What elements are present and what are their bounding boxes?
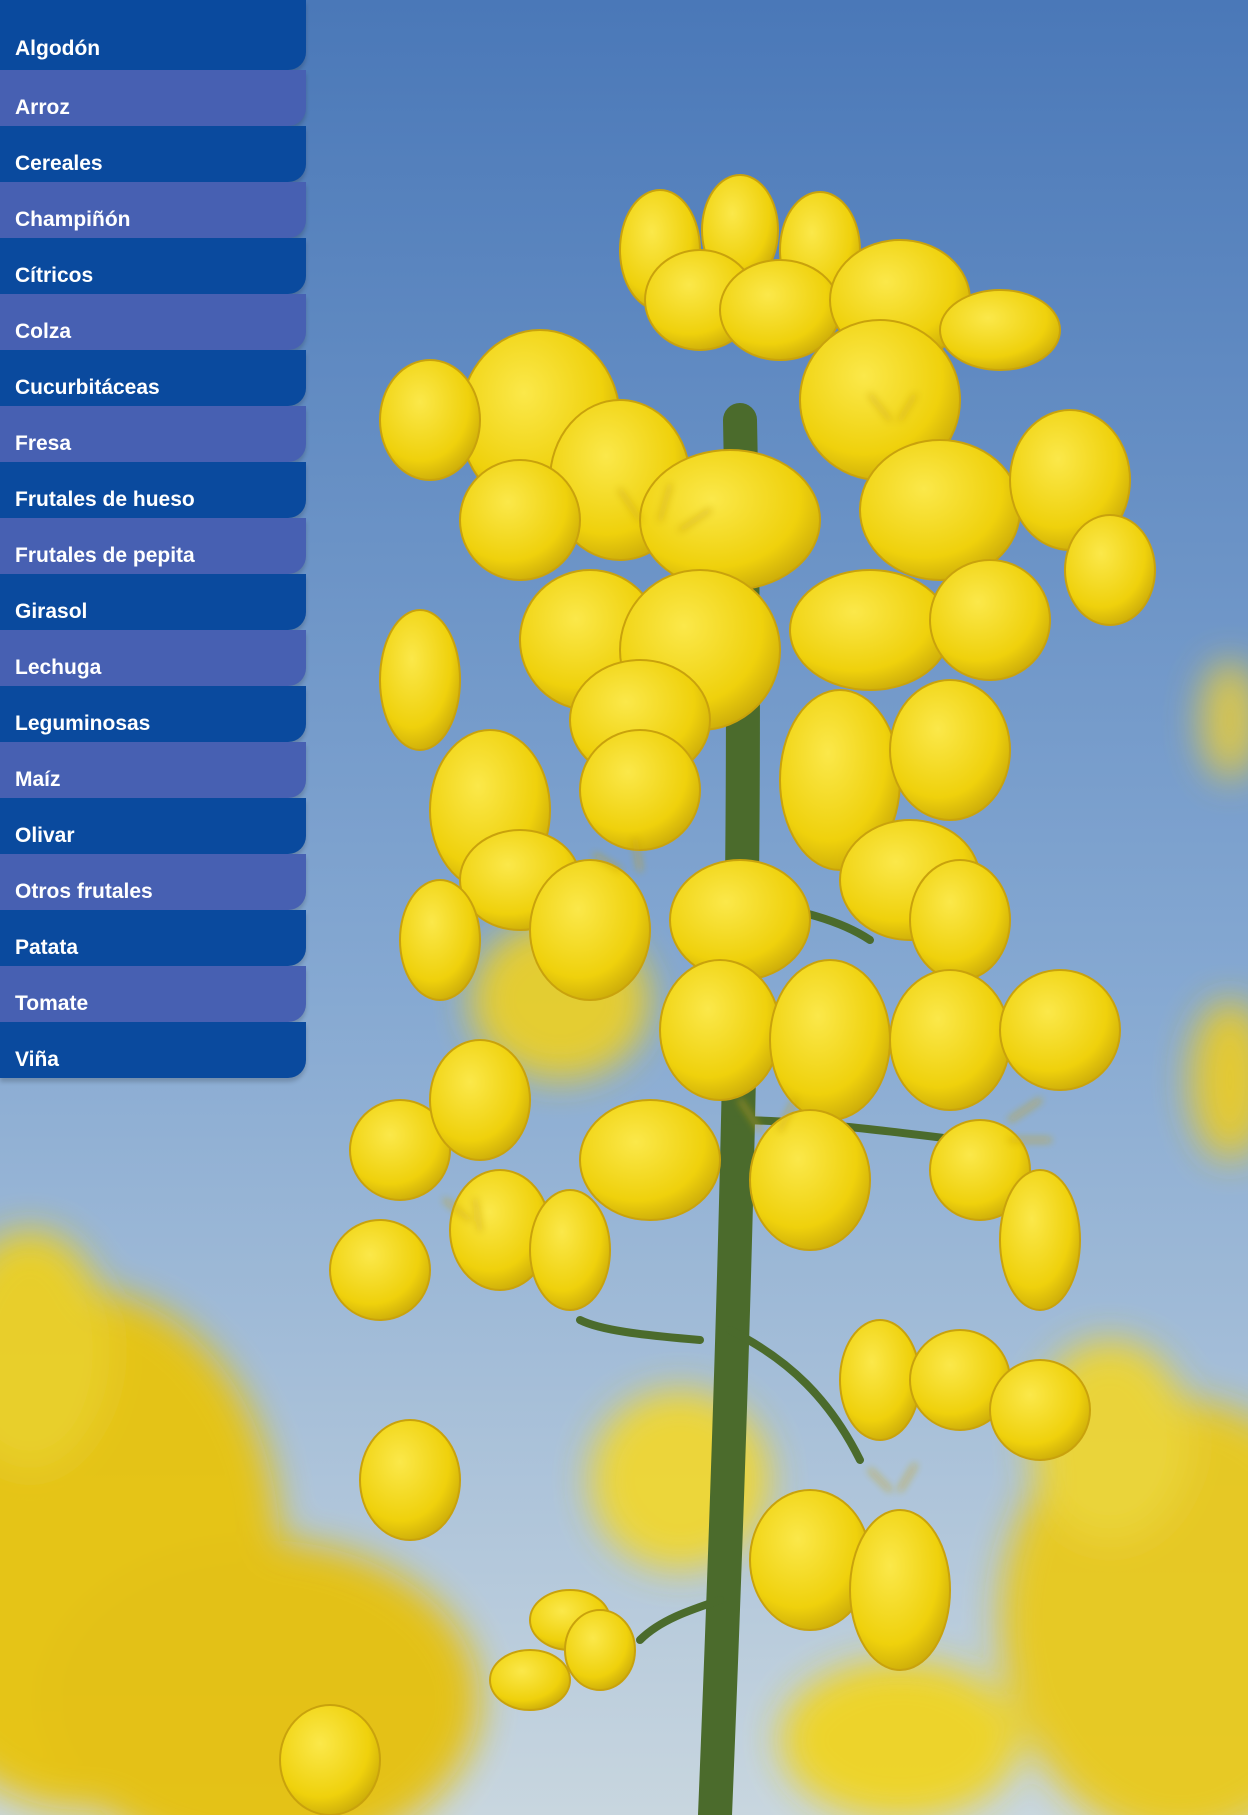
menu-item-maiz[interactable]: Maíz	[0, 742, 306, 798]
menu-item-olivar[interactable]: Olivar	[0, 798, 306, 854]
menu-item-label: Frutales de hueso	[15, 488, 195, 511]
menu-item-label: Arroz	[15, 96, 70, 119]
menu-item-cereales[interactable]: Cereales	[0, 126, 306, 182]
menu-item-label: Frutales de pepita	[15, 544, 195, 567]
menu-item-label: Colza	[15, 320, 72, 343]
menu-item-champinon[interactable]: Champiñón	[0, 182, 306, 238]
menu-item-label: Otros frutales	[15, 880, 153, 903]
menu-item-label: Cítricos	[15, 264, 94, 287]
menu-item-label: Olivar	[15, 824, 75, 847]
menu-item-label: Girasol	[15, 600, 88, 623]
menu-item-lechuga[interactable]: Lechuga	[0, 630, 306, 686]
menu-item-label: Champiñón	[15, 208, 131, 231]
crop-menu: Algodón Arroz Cereales Champiñón Cítrico…	[0, 0, 306, 1078]
menu-item-label: Viña	[15, 1048, 59, 1071]
menu-item-tomate[interactable]: Tomate	[0, 966, 306, 1022]
menu-item-frutales-de-hueso[interactable]: Frutales de hueso	[0, 462, 306, 518]
menu-item-fresa[interactable]: Fresa	[0, 406, 306, 462]
menu-item-arroz[interactable]: Arroz	[0, 70, 306, 126]
menu-item-cucurbitaceas[interactable]: Cucurbitáceas	[0, 350, 306, 406]
menu-item-label: Maíz	[15, 768, 61, 791]
menu-item-girasol[interactable]: Girasol	[0, 574, 306, 630]
menu-item-frutales-de-pepita[interactable]: Frutales de pepita	[0, 518, 306, 574]
menu-item-citricos[interactable]: Cítricos	[0, 238, 306, 294]
menu-item-label: Cereales	[15, 152, 103, 175]
menu-item-label: Leguminosas	[15, 712, 151, 735]
menu-item-label: Cucurbitáceas	[15, 376, 160, 399]
menu-item-patata[interactable]: Patata	[0, 910, 306, 966]
menu-item-algodon[interactable]: Algodón	[0, 0, 306, 70]
menu-item-label: Lechuga	[15, 656, 102, 679]
menu-item-label: Fresa	[15, 432, 72, 455]
menu-item-label: Tomate	[15, 992, 89, 1015]
menu-item-label: Algodón	[15, 37, 101, 60]
menu-item-otros-frutales[interactable]: Otros frutales	[0, 854, 306, 910]
menu-item-colza[interactable]: Colza	[0, 294, 306, 350]
menu-item-vina[interactable]: Viña	[0, 1022, 306, 1078]
menu-item-label: Patata	[15, 936, 79, 959]
menu-item-leguminosas[interactable]: Leguminosas	[0, 686, 306, 742]
